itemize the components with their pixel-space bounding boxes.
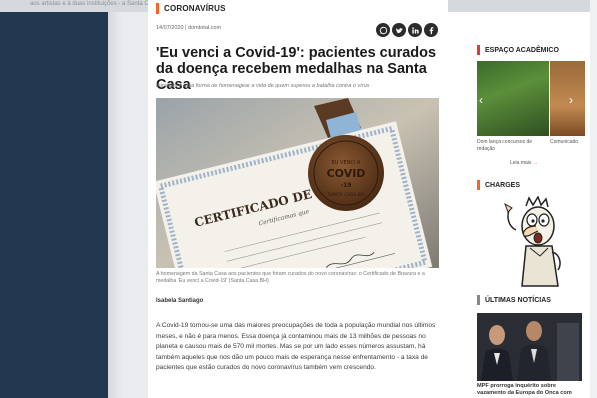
news-caption[interactable]: MPF prorroga inquérito sobre vazamento d… bbox=[477, 383, 582, 397]
carousel-prev-icon[interactable]: ‹ bbox=[479, 93, 483, 107]
linkedin-icon[interactable] bbox=[408, 23, 422, 37]
top-strip-text: aos artistas e à duas instituições - a S… bbox=[30, 1, 154, 7]
photo-caption: A homenagem da Santa Casa aos pacientes … bbox=[156, 271, 425, 284]
charge-cartoon[interactable] bbox=[496, 195, 578, 288]
espaco-academico-label[interactable]: ESPAÇO ACADÊMICO bbox=[485, 47, 559, 54]
article-meta: 14/07/2020 | domtotal.com bbox=[156, 25, 222, 31]
section-label[interactable]: CORONAVÍRUS bbox=[164, 4, 226, 13]
section-bar bbox=[477, 295, 480, 305]
carousel-next-icon[interactable]: › bbox=[569, 93, 573, 107]
gutter-shadow bbox=[108, 12, 122, 398]
left-panel bbox=[0, 0, 108, 398]
academico-item-1-caption[interactable]: Dom lança concursos de redação bbox=[477, 139, 545, 152]
svg-text:COVID: COVID bbox=[327, 167, 366, 180]
article-photo: CERTIFICADO DE BRAVURA Certificamos que … bbox=[156, 98, 439, 268]
scrollbar[interactable] bbox=[590, 0, 597, 398]
see-more-link[interactable]: Leia mais → bbox=[510, 160, 538, 166]
article-subtitle: Iniciativa é uma forma de homenagear a v… bbox=[156, 83, 370, 89]
espaco-academico-header[interactable]: ESPAÇO ACADÊMICO bbox=[477, 45, 559, 55]
academico-photo-2[interactable] bbox=[550, 61, 585, 136]
ultimas-noticias-header[interactable]: ÚLTIMAS NOTÍCIAS bbox=[477, 295, 551, 305]
section-bar bbox=[477, 180, 480, 190]
arrow-right-icon: → bbox=[532, 160, 538, 166]
facebook-icon[interactable] bbox=[424, 23, 438, 37]
section-kicker[interactable]: CORONAVÍRUS bbox=[156, 3, 226, 14]
ultimas-noticias-label[interactable]: ÚLTIMAS NOTÍCIAS bbox=[485, 297, 551, 304]
article-author[interactable]: Isabela Santiago bbox=[156, 298, 203, 304]
section-bar bbox=[477, 45, 480, 55]
article-body: A Covid-19 tornou-se uma das maiores pre… bbox=[156, 322, 436, 372]
whatsapp-icon[interactable] bbox=[376, 23, 390, 37]
svg-text:-19: -19 bbox=[341, 182, 352, 189]
twitter-icon[interactable] bbox=[392, 23, 406, 37]
charges-label[interactable]: CHARGES bbox=[485, 182, 520, 189]
article: CORONAVÍRUS 14/07/2020 | domtotal.com 'E… bbox=[148, 0, 448, 398]
charges-header[interactable]: CHARGES bbox=[477, 180, 520, 190]
academico-photo-1[interactable] bbox=[477, 61, 549, 136]
kicker-bar bbox=[156, 3, 159, 14]
see-more-label[interactable]: Leia mais bbox=[510, 160, 531, 166]
news-photo[interactable] bbox=[477, 313, 582, 381]
svg-text:SANTA CASA BH: SANTA CASA BH bbox=[328, 192, 364, 198]
academico-item-2-caption[interactable]: Comunicado bbox=[550, 139, 590, 146]
share-bar bbox=[376, 23, 438, 37]
svg-text:EU VENCI A: EU VENCI A bbox=[332, 160, 361, 166]
